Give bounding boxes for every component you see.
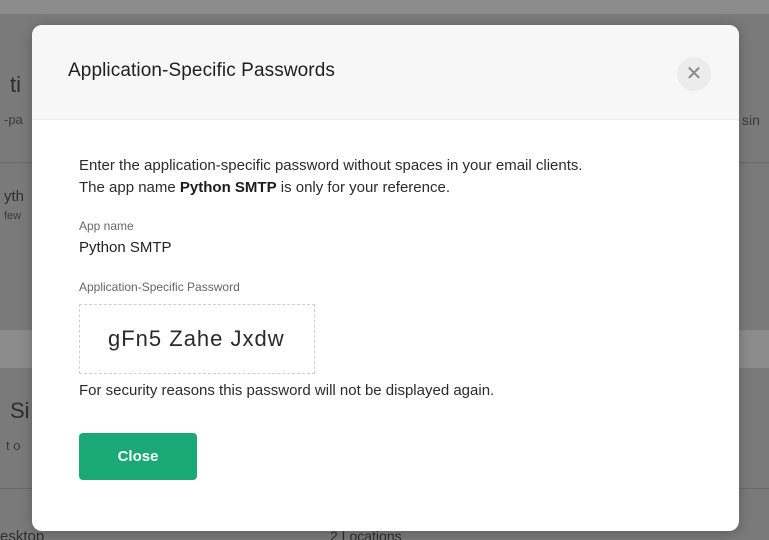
description-line-2: The app name Python SMTP is only for you…: [79, 177, 699, 199]
dialog-header: Application-Specific Passwords ✕: [32, 25, 739, 120]
app-name-value: Python SMTP: [79, 239, 172, 256]
app-name-label: App name: [79, 219, 134, 233]
dialog-description: Enter the application-specific password …: [79, 155, 699, 199]
app-password-dialog: Application-Specific Passwords ✕ Enter t…: [32, 25, 739, 531]
bg-section-title: ti: [10, 72, 21, 97]
bg-section-title: Si: [10, 398, 30, 423]
bg-section-subtitle: -pa: [4, 112, 23, 127]
bg-item-title: yth: [4, 188, 25, 205]
dialog-body: Enter the application-specific password …: [79, 155, 699, 480]
close-icon[interactable]: ✕: [677, 57, 711, 91]
description-line-1: Enter the application-specific password …: [79, 157, 583, 174]
password-value: gFn5 Zahe Jxdw: [108, 326, 285, 351]
security-note: For security reasons this password will …: [79, 382, 495, 399]
dialog-title: Application-Specific Passwords: [68, 60, 336, 81]
bg-section-right-text: sin: [742, 112, 760, 128]
bg-item-subtitle: few: [4, 210, 22, 222]
password-label: Application-Specific Password: [79, 280, 240, 294]
bg-top-band: [0, 0, 769, 14]
password-display[interactable]: gFn5 Zahe Jxdw: [79, 304, 315, 374]
description-app-name: Python SMTP: [179, 179, 277, 196]
close-button[interactable]: Close: [79, 433, 197, 480]
description-prefix: The app name: [79, 179, 180, 196]
description-suffix: is only for your reference.: [276, 179, 450, 196]
bg-section-subtitle: t o: [6, 438, 21, 453]
